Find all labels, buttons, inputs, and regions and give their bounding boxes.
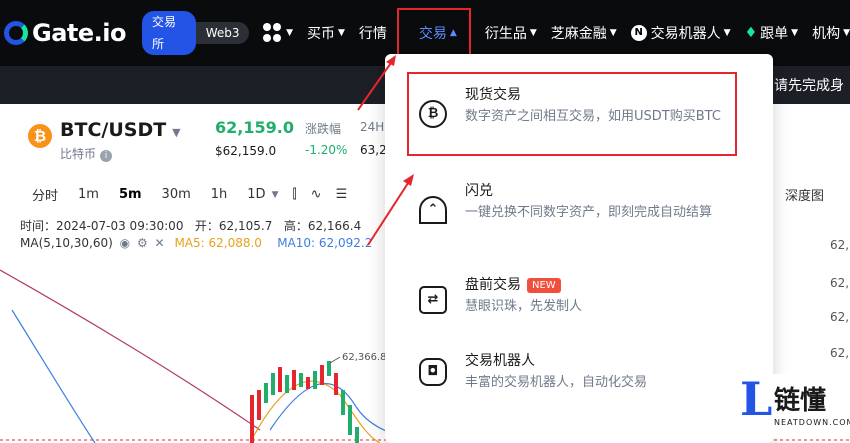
neatdown-watermark: L 链懂 NEATDOWN.COM xyxy=(738,374,850,438)
annotation-arrows xyxy=(357,55,414,246)
watermark-letter: L xyxy=(740,372,773,426)
watermark-en: NEATDOWN.COM xyxy=(774,418,850,427)
watermark-cn: 链懂 xyxy=(774,386,827,416)
